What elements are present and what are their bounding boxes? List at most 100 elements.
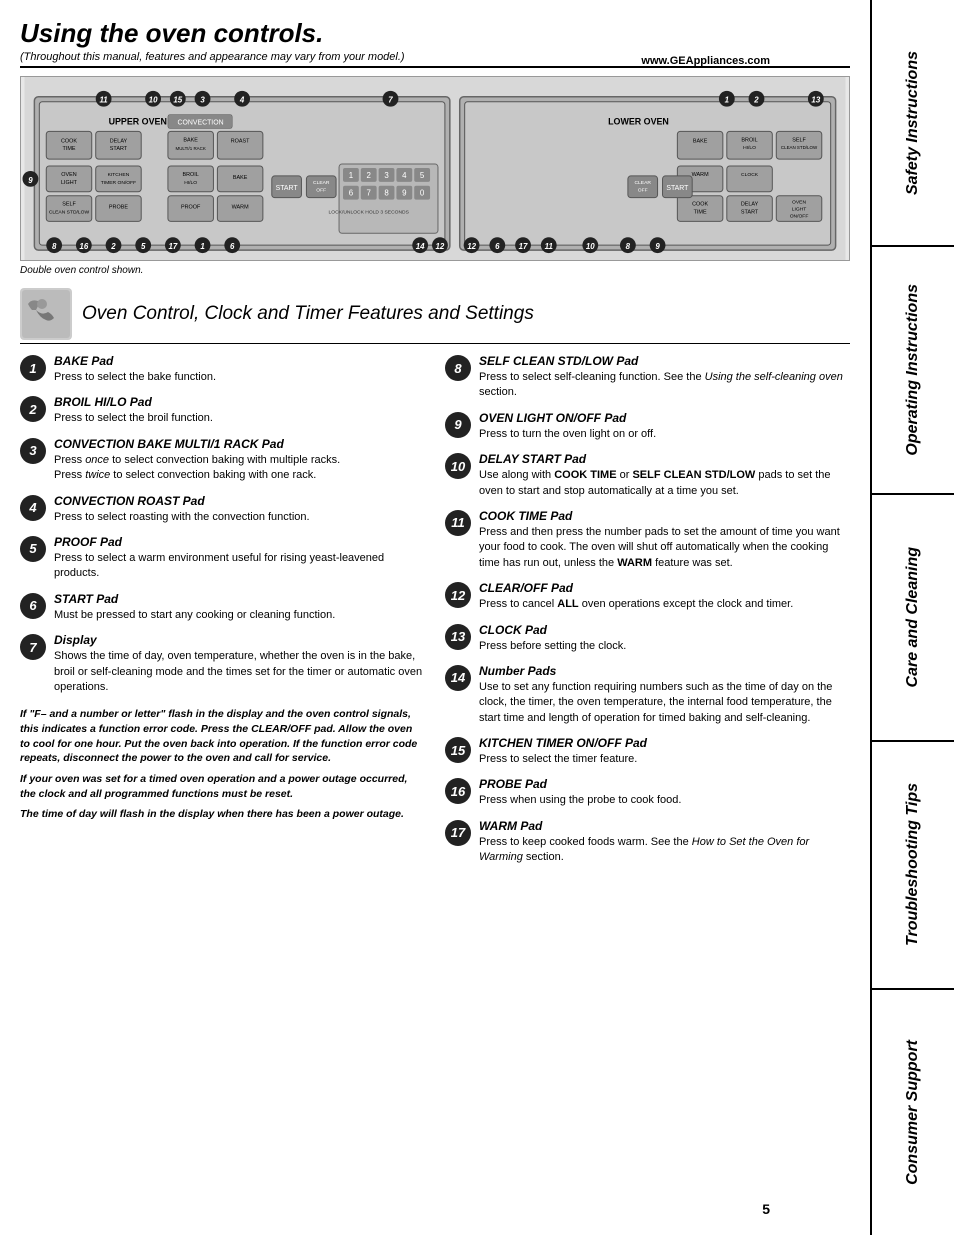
feature-item-11: 11 COOK TIME Pad Press and then press th… [445, 509, 850, 571]
page-number: 5 [762, 1201, 770, 1217]
svg-text:8: 8 [626, 242, 631, 251]
sidebar-section-operating: Operating Instructions [872, 247, 954, 494]
feature-desc-6: Must be pressed to start any cooking or … [54, 608, 425, 623]
feature-desc-1: Press to select the bake function. [54, 370, 425, 385]
svg-text:BAKE: BAKE [233, 175, 248, 181]
svg-text:LIGHT: LIGHT [61, 180, 78, 186]
svg-text:ROAST: ROAST [231, 138, 250, 144]
feature-item-16: 16 PROBE Pad Press when using the probe … [445, 777, 850, 808]
svg-text:BROIL: BROIL [183, 172, 199, 178]
svg-text:KITCHEN: KITCHEN [108, 172, 130, 178]
svg-text:TIME: TIME [63, 146, 76, 152]
feature-title-3: CONVECTION BAKE MULTI/1 RACK Pad [54, 437, 425, 451]
svg-text:17: 17 [168, 242, 177, 251]
feature-item-10: 10 DELAY START Pad Use along with COOK T… [445, 452, 850, 499]
feature-title-17: WARM Pad [479, 819, 850, 833]
svg-text:9: 9 [655, 242, 660, 251]
feature-title-8: SELF CLEAN STD/LOW Pad [479, 354, 850, 368]
svg-text:WARM: WARM [692, 172, 709, 178]
svg-text:12: 12 [436, 242, 445, 251]
section-icon [20, 288, 72, 340]
svg-text:ON/OFF: ON/OFF [790, 213, 809, 219]
svg-text:CLOCK: CLOCK [741, 172, 759, 178]
svg-text:14: 14 [416, 242, 425, 251]
svg-text:BAKE: BAKE [183, 137, 198, 143]
feature-desc-7: Shows the time of day, oven temperature,… [54, 649, 425, 695]
feature-title-2: BROIL HI/LO Pad [54, 395, 425, 409]
svg-text:CLEAR: CLEAR [313, 180, 330, 186]
feature-item-9: 9 OVEN LIGHT ON/OFF Pad Press to turn th… [445, 411, 850, 442]
svg-text:BAKE: BAKE [693, 138, 708, 144]
svg-text:UPPER OVEN: UPPER OVEN [109, 116, 167, 126]
section-title: Oven Control, Clock and Timer Features a… [82, 303, 534, 325]
sidebar-section-consumer: Consumer Support [872, 990, 954, 1235]
oven-diagram: UPPER OVEN CONVECTION COOK TIME DELAY ST… [20, 76, 850, 261]
feature-item-13: 13 CLOCK Pad Press before setting the cl… [445, 623, 850, 654]
svg-text:17: 17 [519, 242, 528, 251]
feature-item-4: 4 CONVECTION ROAST Pad Press to select r… [20, 494, 425, 525]
svg-text:16: 16 [79, 242, 88, 251]
svg-text:4: 4 [239, 96, 245, 105]
svg-text:13: 13 [811, 96, 820, 105]
feature-item-1: 1 BAKE Pad Press to select the bake func… [20, 354, 425, 385]
svg-text:3: 3 [384, 171, 389, 180]
feature-desc-2: Press to select the broil function. [54, 411, 425, 426]
svg-text:BROIL: BROIL [741, 137, 757, 143]
svg-text:HI/LO: HI/LO [184, 180, 197, 186]
feature-title-11: COOK TIME Pad [479, 509, 850, 523]
svg-text:CLEAN STD/LOW: CLEAN STD/LOW [49, 210, 90, 216]
warning-blocks: If "F– and a number or letter" flash in … [20, 707, 425, 822]
svg-text:TIME: TIME [694, 210, 707, 216]
feature-desc-8: Press to select self-cleaning function. … [479, 370, 850, 401]
feature-item-2: 2 BROIL HI/LO Pad Press to select the br… [20, 395, 425, 426]
svg-text:10: 10 [586, 242, 595, 251]
feature-title-13: CLOCK Pad [479, 623, 850, 637]
svg-text:COOK: COOK [692, 202, 708, 208]
page-title: Using the oven controls. [20, 18, 850, 49]
sidebar-section-troubleshooting: Troubleshooting Tips [872, 742, 954, 989]
feature-title-4: CONVECTION ROAST Pad [54, 494, 425, 508]
feature-desc-16: Press when using the probe to cook food. [479, 793, 850, 808]
svg-text:9: 9 [402, 189, 407, 198]
feature-item-14: 14 Number Pads Use to set any function r… [445, 664, 850, 726]
feature-desc-15: Press to select the timer feature. [479, 752, 850, 767]
svg-text:OVEN: OVEN [61, 172, 76, 178]
feature-desc-10: Use along with COOK TIME or SELF CLEAN S… [479, 468, 850, 499]
svg-text:START: START [110, 146, 128, 152]
feature-item-7: 7 Display Shows the time of day, oven te… [20, 633, 425, 695]
feature-desc-4: Press to select roasting with the convec… [54, 510, 425, 525]
feature-item-6: 6 START Pad Must be pressed to start any… [20, 592, 425, 623]
svg-text:1: 1 [200, 242, 204, 251]
website: www.GEAppliances.com [641, 55, 770, 67]
feature-item-5: 5 PROOF Pad Press to select a warm envir… [20, 535, 425, 582]
svg-text:6: 6 [230, 242, 235, 251]
svg-text:DELAY: DELAY [741, 202, 759, 208]
svg-text:SELF: SELF [62, 202, 76, 208]
svg-text:CLEAR: CLEAR [634, 180, 651, 186]
svg-text:5: 5 [420, 171, 425, 180]
feature-title-9: OVEN LIGHT ON/OFF Pad [479, 411, 850, 425]
svg-text:9: 9 [28, 176, 33, 185]
svg-text:TIMER ON/OFF: TIMER ON/OFF [101, 180, 136, 186]
svg-text:4: 4 [402, 171, 407, 180]
svg-text:LIGHT: LIGHT [792, 207, 807, 213]
svg-text:DELAY: DELAY [110, 138, 128, 144]
svg-text:PROOF: PROOF [181, 205, 201, 211]
feature-desc-12: Press to cancel ALL oven operations exce… [479, 597, 850, 612]
feature-desc-9: Press to turn the oven light on or off. [479, 427, 850, 442]
svg-text:11: 11 [100, 96, 108, 105]
svg-text:START: START [276, 185, 299, 192]
svg-text:12: 12 [467, 242, 476, 251]
svg-text:START: START [741, 210, 759, 216]
svg-text:2: 2 [110, 242, 116, 251]
sidebar-section-safety: Safety Instructions [872, 0, 954, 247]
svg-text:CONVECTION: CONVECTION [178, 119, 224, 126]
svg-text:SELF: SELF [792, 137, 806, 143]
feature-desc-13: Press before setting the clock. [479, 639, 850, 654]
feature-item-8: 8 SELF CLEAN STD/LOW Pad Press to select… [445, 354, 850, 401]
feature-desc-14: Use to set any function requiring number… [479, 680, 850, 726]
feature-desc-3: Press once to select convection baking w… [54, 453, 425, 484]
svg-text:10: 10 [149, 96, 158, 105]
svg-text:OVEN: OVEN [792, 200, 806, 206]
feature-desc-5: Press to select a warm environment usefu… [54, 551, 425, 582]
